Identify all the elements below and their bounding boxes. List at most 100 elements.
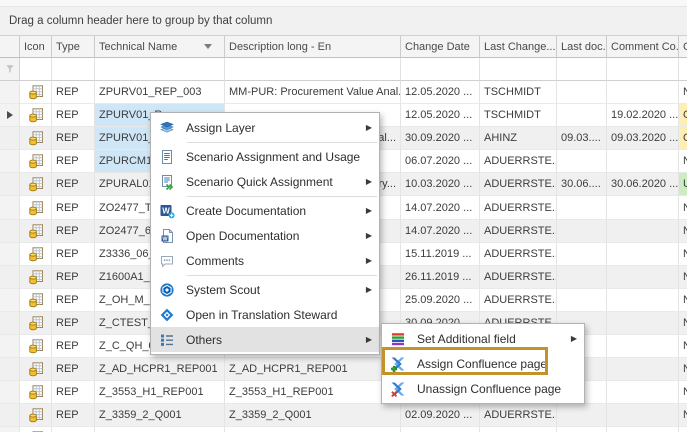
type-cell[interactable] (52, 427, 95, 432)
comment-cell[interactable] (607, 358, 679, 381)
status-cell[interactable]: N (679, 381, 687, 404)
filter-cell-icon[interactable] (20, 58, 52, 81)
technical-name-cell[interactable]: Z_AD_HCPR1_REP001 (95, 358, 225, 381)
type-cell[interactable]: REP (52, 196, 95, 219)
status-cell[interactable]: N (679, 81, 687, 104)
technical-name-cell[interactable] (95, 427, 225, 432)
menu-item-open-in-translation-steward[interactable]: Open in Translation Steward (151, 302, 379, 327)
last-change-cell[interactable]: ADUERRSTE... (480, 220, 557, 243)
group-by-panel[interactable]: Drag a column header here to group by th… (0, 7, 687, 36)
technical-name-cell[interactable]: Z_3359_2_Q001 (95, 404, 225, 427)
type-cell[interactable]: REP (52, 104, 95, 127)
last-doc-cell[interactable] (557, 427, 607, 432)
status-cell[interactable]: N (679, 266, 687, 289)
change-date-cell[interactable]: 14.07.2020 ... (401, 196, 480, 219)
table-row[interactable]: REP ZPURV01_REP_003 MM-PUR: Procurement … (0, 81, 687, 104)
last-change-cell[interactable] (480, 427, 557, 432)
column-header-comment[interactable]: Comment Co... (607, 36, 679, 58)
type-cell[interactable]: REP (52, 358, 95, 381)
last-doc-cell[interactable] (557, 104, 607, 127)
menu-item-unassign-confluence-page[interactable]: Unassign Confluence page (382, 376, 584, 401)
filter-cell-comment[interactable] (607, 58, 679, 81)
type-cell[interactable]: REP (52, 150, 95, 173)
technical-name-cell[interactable]: Z_3553_H1_REP001 (95, 381, 225, 404)
type-cell[interactable]: REP (52, 404, 95, 427)
status-cell[interactable]: N (679, 358, 687, 381)
last-doc-cell[interactable] (557, 150, 607, 173)
menu-item-assign-layer[interactable]: Assign Layer▶ (151, 115, 379, 140)
column-header-status[interactable]: C... (679, 36, 687, 58)
type-cell[interactable]: REP (52, 289, 95, 312)
filter-cell-change-date[interactable] (401, 58, 480, 81)
status-cell[interactable]: U (679, 173, 687, 196)
menu-item-open-documentation[interactable]: WOpen Documentation▶ (151, 223, 379, 248)
type-cell[interactable]: REP (52, 381, 95, 404)
column-header-technical-name[interactable]: Technical Name (95, 36, 225, 58)
column-header-last-change[interactable]: Last Change... (480, 36, 557, 58)
last-change-cell[interactable]: AHINZ (480, 127, 557, 150)
filter-cell-status[interactable] (679, 58, 687, 81)
comment-cell[interactable] (607, 312, 679, 335)
type-cell[interactable]: REP (52, 266, 95, 289)
change-date-cell[interactable]: 02.09.2020 ... (401, 404, 480, 427)
comment-cell[interactable]: 09.03.2020 ... (607, 127, 679, 150)
last-change-cell[interactable]: ADUERRSTE... (480, 404, 557, 427)
status-cell[interactable]: N (679, 289, 687, 312)
comment-cell[interactable] (607, 381, 679, 404)
change-date-cell[interactable]: 12.05.2020 ... (401, 81, 480, 104)
last-change-cell[interactable]: TSCHMIDT (480, 104, 557, 127)
menu-item-comments[interactable]: Comments▶ (151, 248, 379, 273)
change-date-cell[interactable]: 12.05.2020 ... (401, 104, 480, 127)
comment-cell[interactable] (607, 289, 679, 312)
last-change-cell[interactable]: ADUERRSTE... (480, 243, 557, 266)
last-change-cell[interactable]: ADUERRSTE... (480, 173, 557, 196)
status-cell[interactable]: N (679, 150, 687, 173)
menu-item-assign-confluence-page[interactable]: Assign Confluence page (382, 351, 584, 376)
last-doc-cell[interactable] (557, 289, 607, 312)
comment-cell[interactable] (607, 243, 679, 266)
type-cell[interactable]: REP (52, 173, 95, 196)
status-cell[interactable]: O (679, 127, 687, 150)
column-header-last-doc[interactable]: Last doc. (557, 36, 607, 58)
filter-cell-last-doc[interactable] (557, 58, 607, 81)
status-cell[interactable]: N (679, 196, 687, 219)
description-cell[interactable]: Z_3359_2_Q001 (225, 404, 401, 427)
menu-item-create-documentation[interactable]: WCreate Documentation▶ (151, 198, 379, 223)
status-cell[interactable]: O (679, 104, 687, 127)
comment-cell[interactable] (607, 196, 679, 219)
comment-cell[interactable] (607, 150, 679, 173)
last-doc-cell[interactable] (557, 266, 607, 289)
description-cell[interactable]: Z_3553_H1_REP001 (225, 381, 401, 404)
comment-cell[interactable] (607, 335, 679, 358)
comment-cell[interactable] (607, 81, 679, 104)
technical-name-cell[interactable]: ZPURV01_REP_003 (95, 81, 225, 104)
filter-cell-description[interactable] (225, 58, 401, 81)
menu-item-scenario-quick-assignment[interactable]: Scenario Quick Assignment▶ (151, 169, 379, 194)
status-cell[interactable] (679, 427, 687, 432)
table-row[interactable]: REP Z_3359_2_Q001 Z_3359_2_Q001 02.09.20… (0, 404, 687, 427)
last-change-cell[interactable]: TSCHMIDT (480, 81, 557, 104)
last-doc-cell[interactable] (557, 220, 607, 243)
type-cell[interactable]: REP (52, 312, 95, 335)
last-change-cell[interactable]: ADUERRSTE... (480, 196, 557, 219)
last-doc-cell[interactable] (557, 404, 607, 427)
type-cell[interactable]: REP (52, 127, 95, 150)
type-cell[interactable]: REP (52, 220, 95, 243)
menu-item-set-additional-field[interactable]: Set Additional field▶ (382, 326, 584, 351)
filter-cell-last-change[interactable] (480, 58, 557, 81)
last-doc-cell[interactable]: 09.03.... (557, 127, 607, 150)
change-date-cell[interactable]: 25.09.2020 ... (401, 289, 480, 312)
status-cell[interactable]: N (679, 312, 687, 335)
last-doc-cell[interactable] (557, 196, 607, 219)
filter-cell-type[interactable] (52, 58, 95, 81)
change-date-cell[interactable]: 10.03.2020 ... (401, 173, 480, 196)
menu-item-others[interactable]: Others▶ (151, 327, 379, 352)
menu-item-system-scout[interactable]: System Scout▶ (151, 277, 379, 302)
change-date-cell[interactable]: 14.07.2020 ... (401, 220, 480, 243)
last-change-cell[interactable]: ADUERRSTE... (480, 266, 557, 289)
change-date-cell[interactable]: 15.11.2019 ... (401, 243, 480, 266)
change-date-cell[interactable]: 30.09.2020 ... (401, 127, 480, 150)
description-cell[interactable]: Z_AD_HCPR1_REP001 (225, 358, 401, 381)
column-header-icon[interactable]: Icon (20, 36, 52, 58)
comment-cell[interactable] (607, 427, 679, 432)
